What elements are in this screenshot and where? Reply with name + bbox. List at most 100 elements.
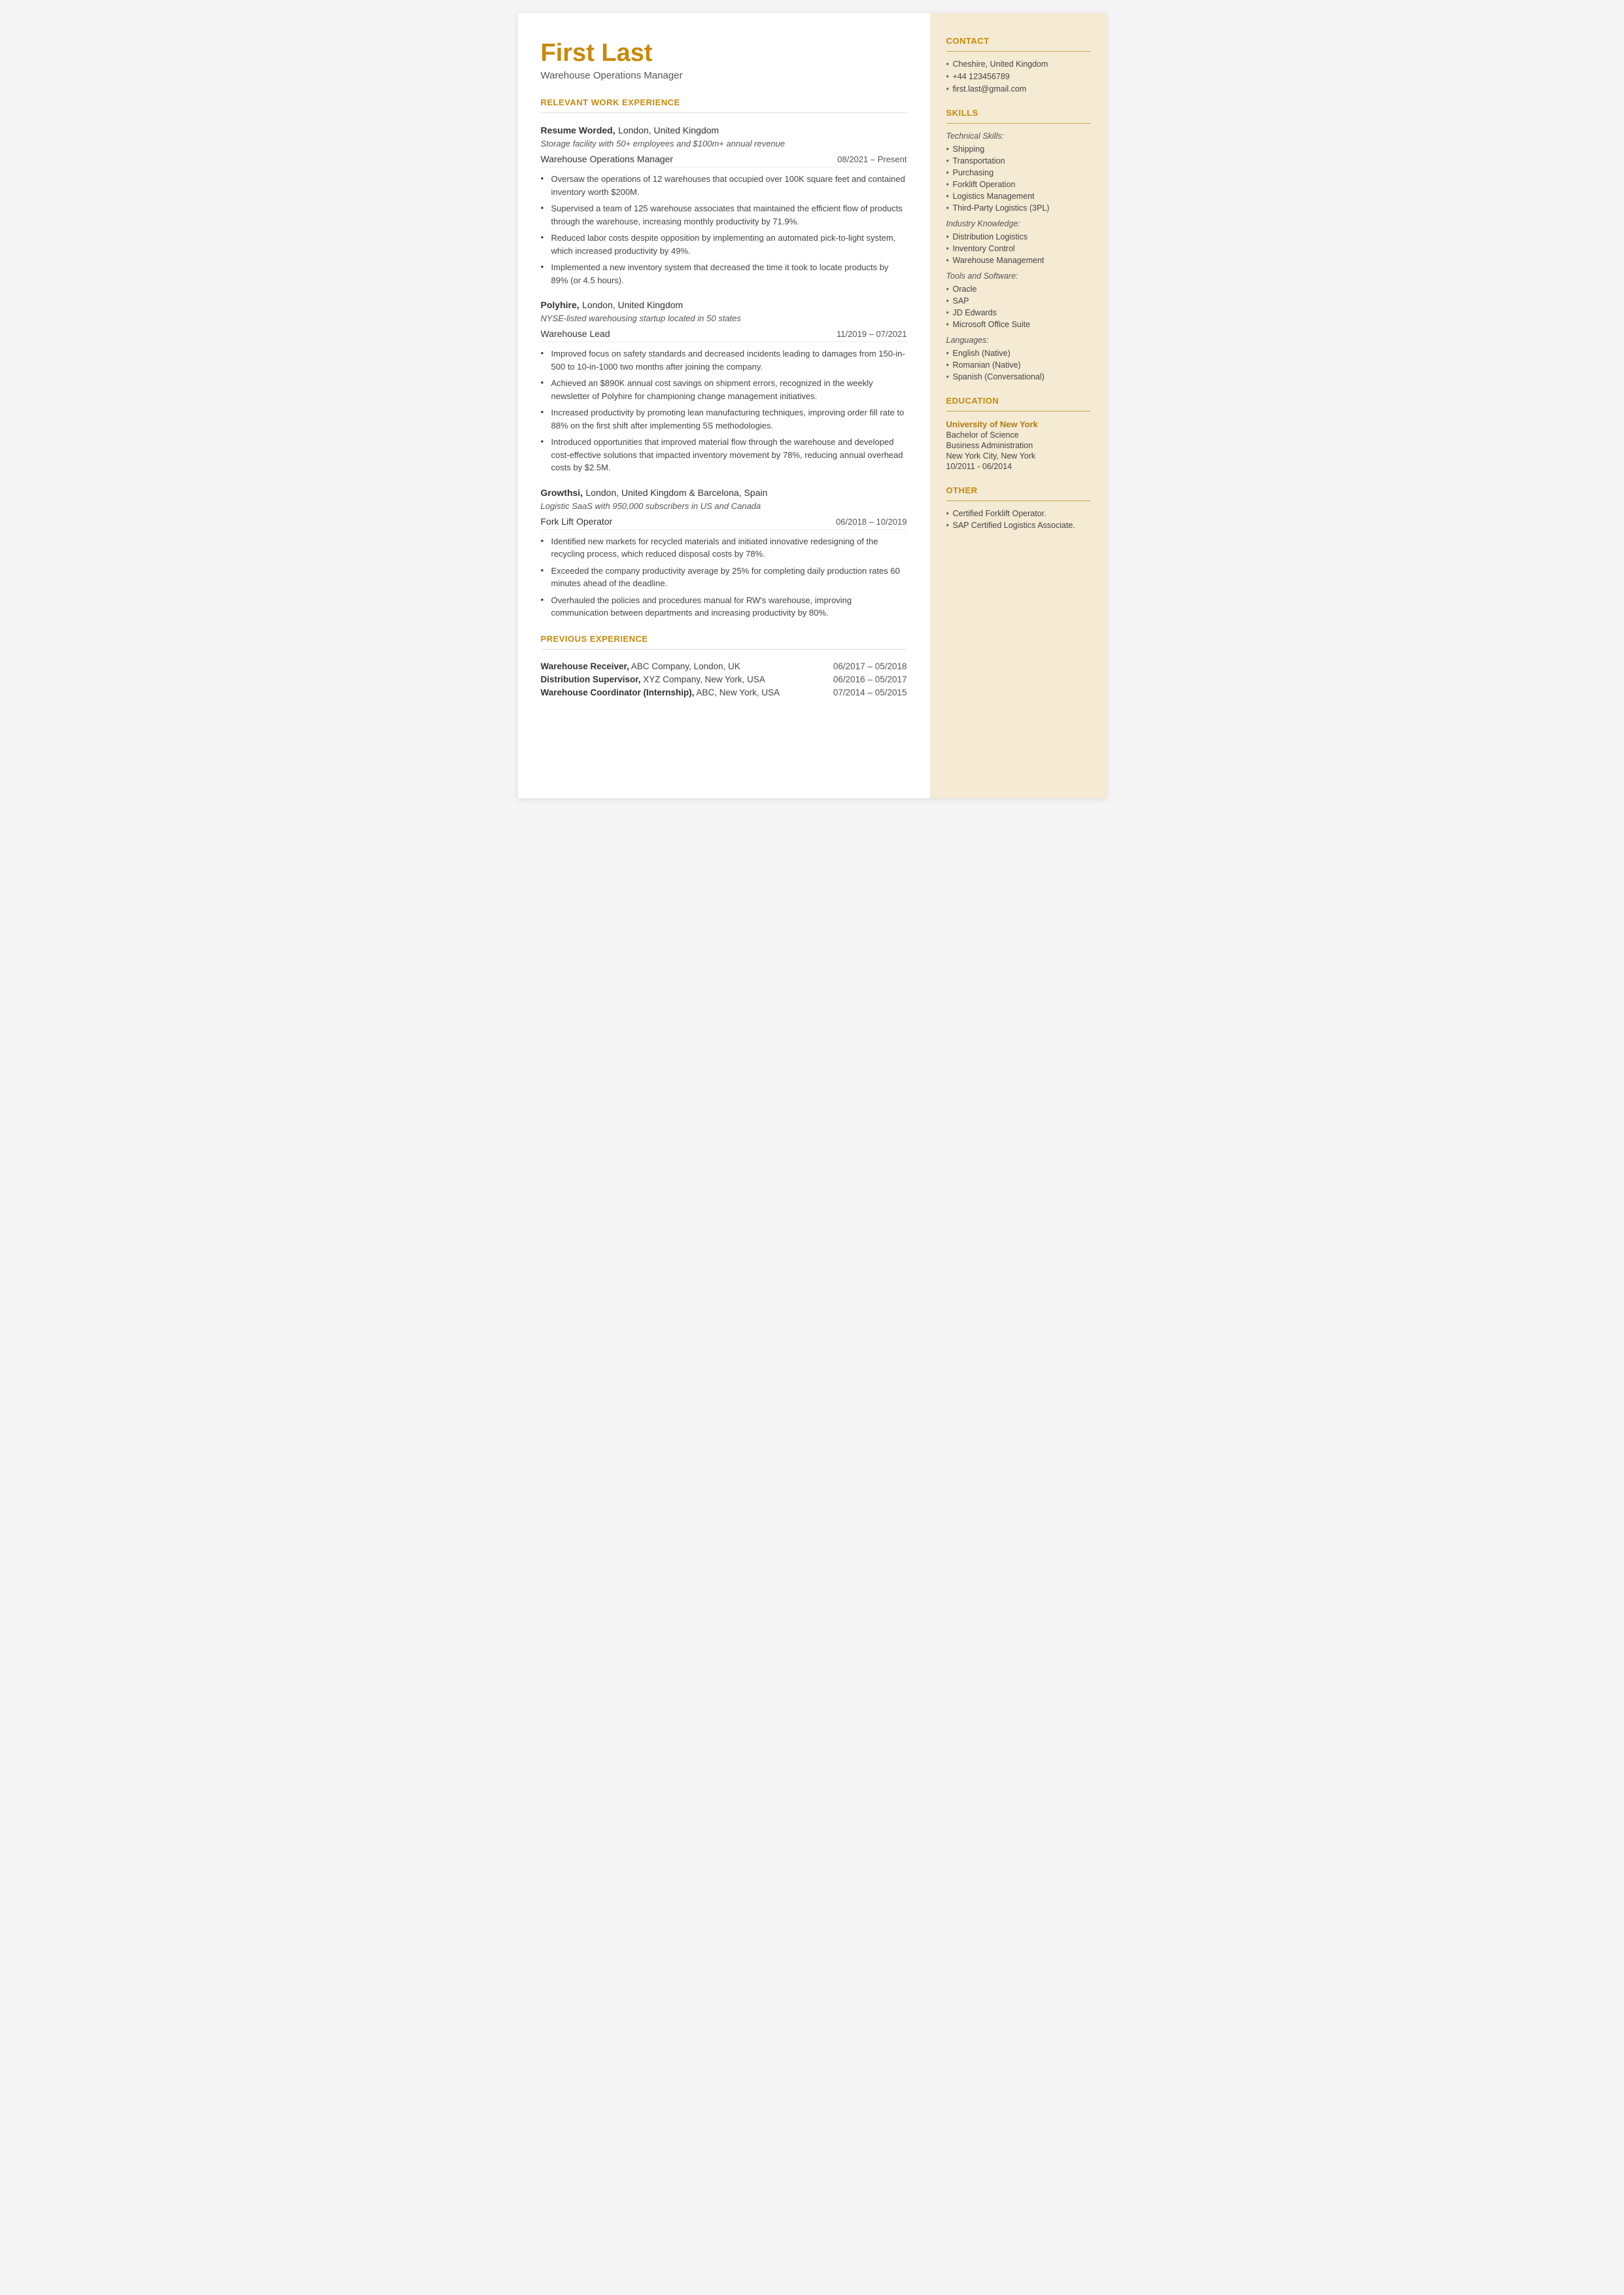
company-desc-1: Storage facility with 50+ employees and … xyxy=(541,139,907,149)
job-block-1: Resume Worded, London, United Kingdom St… xyxy=(541,125,907,287)
languages-label: Languages: xyxy=(946,336,1090,345)
contact-phone: +44 123456789 xyxy=(946,72,1090,81)
edu-dates: 10/2011 - 06/2014 xyxy=(946,462,1090,471)
prev-job-1-dates: 06/2017 – 05/2018 xyxy=(833,661,907,671)
job-block-2: Polyhire, London, United Kingdom NYSE-li… xyxy=(541,300,907,474)
resume-page: First Last Warehouse Operations Manager … xyxy=(518,13,1107,798)
bullet-2-3: Increased productivity by promoting lean… xyxy=(541,406,907,432)
company-location-2: London, United Kingdom xyxy=(582,300,683,310)
company-name-3: Growthsi, xyxy=(541,487,583,498)
skill-warehouse-mgmt: Warehouse Management xyxy=(946,256,1090,265)
position-row-1: Warehouse Operations Manager 08/2021 – P… xyxy=(541,154,907,167)
prev-job-1-role: Warehouse Receiver, xyxy=(541,661,629,671)
skill-english: English (Native) xyxy=(946,349,1090,358)
skill-purchasing: Purchasing xyxy=(946,168,1090,177)
previous-exp-title: PREVIOUS EXPERIENCE xyxy=(541,634,907,644)
relevant-work-title: RELEVANT WORK EXPERIENCE xyxy=(541,97,907,107)
education-title: EDUCATION xyxy=(946,396,1090,406)
left-column: First Last Warehouse Operations Manager … xyxy=(518,13,930,798)
prev-job-2-dates: 06/2016 – 05/2017 xyxy=(833,674,907,684)
relevant-work-section: RELEVANT WORK EXPERIENCE Resume Worded, … xyxy=(541,97,907,620)
edu-degree: Bachelor of Science xyxy=(946,430,1090,440)
bullets-1: Oversaw the operations of 12 warehouses … xyxy=(541,173,907,287)
skill-spanish: Spanish (Conversational) xyxy=(946,372,1090,381)
skills-title: SKILLS xyxy=(946,108,1090,118)
other-cert-1: Certified Forklift Operator. xyxy=(946,509,1090,518)
other-cert-2: SAP Certified Logistics Associate. xyxy=(946,521,1090,530)
prev-job-3-company: ABC, New York, USA xyxy=(697,688,780,697)
contact-section: CONTACT Cheshire, United Kingdom +44 123… xyxy=(946,36,1090,94)
education-section: EDUCATION University of New York Bachelo… xyxy=(946,396,1090,471)
technical-skills-label: Technical Skills: xyxy=(946,131,1090,141)
position-dates-3: 06/2018 – 10/2019 xyxy=(836,517,907,527)
tools-label: Tools and Software: xyxy=(946,272,1090,281)
position-title-2: Warehouse Lead xyxy=(541,328,610,339)
skill-romanian: Romanian (Native) xyxy=(946,360,1090,370)
company-header-3: Growthsi, London, United Kingdom & Barce… xyxy=(541,487,907,499)
prev-job-3-dates: 07/2014 – 05/2015 xyxy=(833,688,907,697)
bullet-3-2: Exceeded the company productivity averag… xyxy=(541,565,907,590)
contact-email: first.last@gmail.com xyxy=(946,84,1090,94)
skill-oracle: Oracle xyxy=(946,285,1090,294)
prev-job-3: Warehouse Coordinator (Internship), ABC,… xyxy=(541,688,907,697)
position-dates-2: 11/2019 – 07/2021 xyxy=(837,329,907,339)
company-name-1: Resume Worded, xyxy=(541,125,615,135)
contact-address: Cheshire, United Kingdom xyxy=(946,60,1090,69)
position-row-3: Fork Lift Operator 06/2018 – 10/2019 xyxy=(541,516,907,530)
company-location-1: London, United Kingdom xyxy=(618,125,719,135)
prev-job-2-info: Distribution Supervisor, XYZ Company, Ne… xyxy=(541,674,765,684)
company-name-2: Polyhire, xyxy=(541,300,579,310)
skill-3pl: Third-Party Logistics (3PL) xyxy=(946,203,1090,213)
bullet-3-3: Overhauled the policies and procedures m… xyxy=(541,594,907,620)
position-row-2: Warehouse Lead 11/2019 – 07/2021 xyxy=(541,328,907,342)
job-title: Warehouse Operations Manager xyxy=(541,70,907,81)
industry-knowledge-label: Industry Knowledge: xyxy=(946,219,1090,228)
skill-distribution: Distribution Logistics xyxy=(946,232,1090,241)
skill-forklift: Forklift Operation xyxy=(946,180,1090,189)
company-header-1: Resume Worded, London, United Kingdom xyxy=(541,125,907,137)
position-title-1: Warehouse Operations Manager xyxy=(541,154,674,164)
bullet-1-3: Reduced labor costs despite opposition b… xyxy=(541,232,907,257)
prev-job-2-role: Distribution Supervisor, xyxy=(541,674,641,684)
previous-exp-section: PREVIOUS EXPERIENCE Warehouse Receiver, … xyxy=(541,634,907,697)
company-header-2: Polyhire, London, United Kingdom xyxy=(541,300,907,311)
edu-location: New York City, New York xyxy=(946,451,1090,461)
bullet-1-4: Implemented a new inventory system that … xyxy=(541,261,907,287)
position-dates-1: 08/2021 – Present xyxy=(837,154,907,164)
bullets-2: Improved focus on safety standards and d… xyxy=(541,347,907,474)
prev-job-1-company: ABC Company, London, UK xyxy=(631,661,740,671)
bullet-1-2: Supervised a team of 125 warehouse assoc… xyxy=(541,202,907,228)
bullet-2-4: Introduced opportunities that improved m… xyxy=(541,436,907,474)
job-block-3: Growthsi, London, United Kingdom & Barce… xyxy=(541,487,907,620)
skill-ms-office: Microsoft Office Suite xyxy=(946,320,1090,329)
skill-sap: SAP xyxy=(946,296,1090,306)
prev-job-2: Distribution Supervisor, XYZ Company, Ne… xyxy=(541,674,907,684)
bullets-3: Identified new markets for recycled mate… xyxy=(541,535,907,620)
prev-job-3-role: Warehouse Coordinator (Internship), xyxy=(541,688,695,697)
skill-transportation: Transportation xyxy=(946,156,1090,166)
skill-inventory: Inventory Control xyxy=(946,244,1090,253)
bullet-2-1: Improved focus on safety standards and d… xyxy=(541,347,907,373)
other-section: OTHER Certified Forklift Operator. SAP C… xyxy=(946,485,1090,530)
bullet-2-2: Achieved an $890K annual cost savings on… xyxy=(541,377,907,402)
company-desc-2: NYSE-listed warehousing startup located … xyxy=(541,313,907,323)
other-title: OTHER xyxy=(946,485,1090,495)
bullet-1-1: Oversaw the operations of 12 warehouses … xyxy=(541,173,907,198)
bullet-3-1: Identified new markets for recycled mate… xyxy=(541,535,907,561)
company-desc-3: Logistic SaaS with 950,000 subscribers i… xyxy=(541,501,907,511)
right-column: CONTACT Cheshire, United Kingdom +44 123… xyxy=(930,13,1107,798)
contact-title: CONTACT xyxy=(946,36,1090,46)
prev-job-1-info: Warehouse Receiver, ABC Company, London,… xyxy=(541,661,740,671)
company-location-3: London, United Kingdom & Barcelona, Spai… xyxy=(586,487,768,498)
edu-field: Business Administration xyxy=(946,441,1090,450)
skill-logistics-mgmt: Logistics Management xyxy=(946,192,1090,201)
prev-job-3-info: Warehouse Coordinator (Internship), ABC,… xyxy=(541,688,780,697)
skill-shipping: Shipping xyxy=(946,145,1090,154)
skills-section: SKILLS Technical Skills: Shipping Transp… xyxy=(946,108,1090,381)
skill-jd-edwards: JD Edwards xyxy=(946,308,1090,317)
position-title-3: Fork Lift Operator xyxy=(541,516,613,527)
edu-school-name: University of New York xyxy=(946,419,1090,429)
prev-job-2-company: XYZ Company, New York, USA xyxy=(643,674,765,684)
prev-job-1: Warehouse Receiver, ABC Company, London,… xyxy=(541,661,907,671)
name-heading: First Last xyxy=(541,39,907,67)
